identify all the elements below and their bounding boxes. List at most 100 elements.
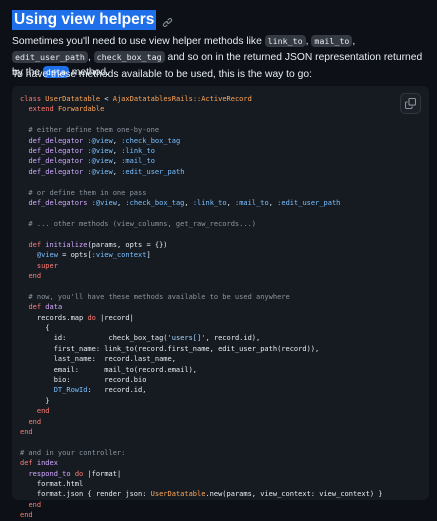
- code-line: # ... other methods (view_columns, get_r…: [20, 219, 382, 229]
- link-icon[interactable]: [162, 15, 173, 27]
- code-token: :link_to: [121, 147, 155, 156]
- code-token: = opts[: [57, 251, 92, 260]
- code-token: format.html: [20, 480, 84, 489]
- code-token: last_name: record.last_name,: [20, 355, 176, 364]
- code-token: :@view: [87, 147, 113, 156]
- code-token: {: [20, 323, 50, 332]
- code-token: @view: [36, 251, 58, 260]
- code-token: end: [36, 407, 50, 416]
- code-line: # either define them one-by-one: [20, 125, 382, 135]
- code-token: :check_box_tag: [121, 136, 181, 145]
- intro-text: ,: [87, 51, 94, 63]
- code-line: def_delegator :@view, :check_box_tag: [20, 136, 382, 146]
- code-token: :mail_to: [121, 157, 155, 166]
- code-line: DT_RowId: record.id,: [20, 385, 382, 395]
- code-token: 'users[]': [167, 334, 206, 343]
- code-token: :check_box_tag: [125, 199, 185, 208]
- code-token: format.json { render json:: [20, 490, 151, 499]
- code-line: # now, you'll have these methods availab…: [20, 292, 382, 302]
- code-token: respond_to: [28, 469, 71, 478]
- code-line: email: mail_to(record.email),: [20, 365, 382, 375]
- code-token: index: [36, 459, 58, 468]
- code-token: AjaxDatatablesRails::ActiveRecord: [112, 95, 252, 103]
- code-token: end: [20, 428, 33, 436]
- inline-code-check-box-tag: check_box_tag: [93, 50, 165, 63]
- code-line: def index: [20, 458, 382, 468]
- code-line: }: [20, 396, 382, 406]
- code-token: class: [20, 95, 46, 103]
- code-line: def data: [20, 302, 382, 312]
- code-line: end: [20, 500, 382, 510]
- code-token: end: [28, 271, 42, 280]
- code-line: {: [20, 323, 382, 333]
- code-token: :@view: [87, 136, 113, 145]
- code-token: :link_to: [192, 199, 227, 208]
- code-line: def_delegator :@view, :mail_to: [20, 156, 382, 166]
- code-token: :@view: [87, 157, 113, 166]
- code-token: :@view: [91, 199, 117, 208]
- code-line: extend Forwardable: [20, 104, 382, 114]
- code-token: }: [20, 396, 50, 405]
- code-token: extend: [28, 105, 58, 114]
- code-token: # or define them in one pass: [20, 188, 147, 197]
- code-line: def_delegator :@view, :link_to: [20, 146, 382, 156]
- code-line: records.map do |record|: [20, 313, 382, 323]
- intro-text: Sometimes you'll need to use view helper…: [12, 36, 265, 47]
- code-line: # or define them in one pass: [20, 188, 382, 198]
- code-line: super: [20, 261, 382, 271]
- code-line: end: [20, 406, 382, 416]
- code-token: Forwardable: [57, 105, 105, 114]
- code-line: end: [20, 510, 382, 520]
- code-token: do: [87, 313, 96, 322]
- code-token: data: [45, 303, 63, 312]
- code-token: end: [20, 511, 33, 520]
- code-line: format.json { render json: UserDatatable…: [20, 489, 383, 499]
- code-line: def_delegators :@view, :check_box_tag, :…: [20, 198, 382, 208]
- code-token: def_delegators: [28, 199, 92, 208]
- code-token: <: [100, 95, 113, 103]
- code-line: @view = opts[:view_context]: [20, 250, 382, 260]
- code-token: # now, you'll have these methods availab…: [20, 292, 290, 301]
- copy-button[interactable]: [400, 93, 421, 114]
- code-token: def_delegator: [28, 167, 88, 176]
- code-token: :edit_user_path: [121, 167, 185, 176]
- code-token: end: [28, 417, 42, 426]
- code-block: class UserDatatable < AjaxDatatablesRail…: [12, 86, 429, 519]
- code-line: def_delegator :@view, :edit_user_path: [20, 167, 382, 177]
- code-token: initialize: [45, 240, 88, 249]
- code-token: ,: [112, 147, 122, 156]
- code-token: : record.id,: [87, 386, 147, 395]
- code-token: email: mail_to(record.email),: [20, 365, 198, 374]
- code-line: def initialize(params, opts = {}): [20, 240, 382, 250]
- code-token: bio: record.bio: [20, 375, 147, 384]
- inline-code-link-to: link_to: [264, 35, 306, 47]
- code-token: first_name: link_to(record.first_name, e…: [20, 344, 320, 353]
- code-line: end: [20, 271, 382, 281]
- intro-text: ,: [352, 36, 356, 47]
- code-line: # and in your controller:: [20, 448, 382, 458]
- code-token: , record.id),: [205, 334, 261, 343]
- code-line: end: [20, 417, 382, 427]
- code-token: # either define them one-by-one: [20, 126, 160, 135]
- code-token: end: [28, 500, 42, 509]
- code-token: ,: [268, 199, 278, 208]
- code-line: first_name: link_to(record.first_name, e…: [20, 344, 382, 354]
- usage-paragraph: To have these methods available to be us…: [12, 69, 312, 80]
- code-token: def_delegator: [28, 136, 88, 145]
- copy-icon: [405, 98, 416, 109]
- code-token: |format|: [83, 469, 122, 478]
- code-token: def_delegator: [28, 147, 88, 156]
- code-token: # and in your controller:: [20, 448, 126, 457]
- code-line: id: check_box_tag('users[]', record.id),: [20, 333, 382, 343]
- code-token: ,: [226, 199, 235, 208]
- code-token: def_delegator: [28, 157, 88, 166]
- code-token: :@view: [87, 167, 113, 176]
- code-token: ,: [112, 167, 122, 176]
